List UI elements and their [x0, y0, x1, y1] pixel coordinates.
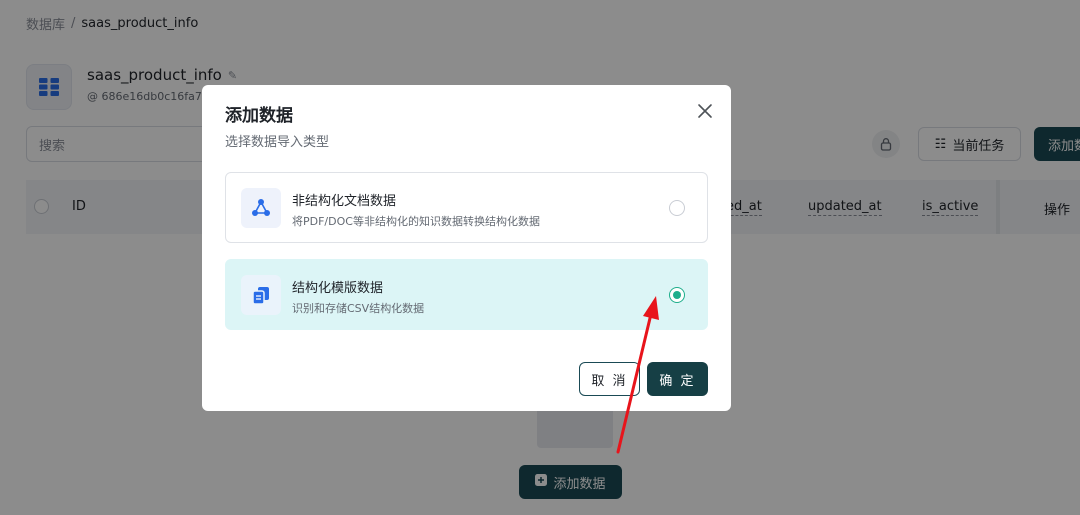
confirm-button[interactable]: 确 定 — [647, 362, 708, 396]
option-description: 识别和存储CSV结构化数据 — [292, 302, 425, 315]
dialog-title: 添加数据 — [225, 106, 293, 126]
option-label: 非结构化文档数据 — [292, 194, 397, 209]
add-data-dialog: 添加数据 选择数据导入类型 非结构化文档数据 将PDF/DOC等非结构化的知识数… — [202, 85, 731, 411]
close-icon[interactable] — [696, 102, 714, 120]
option-structured-template[interactable]: 结构化模版数据 识别和存储CSV结构化数据 — [225, 259, 708, 330]
option-radio[interactable] — [669, 200, 685, 216]
option-label: 结构化模版数据 — [292, 281, 384, 296]
dialog-subtitle: 选择数据导入类型 — [225, 135, 330, 150]
option-unstructured-document[interactable]: 非结构化文档数据 将PDF/DOC等非结构化的知识数据转换结构化数据 — [225, 172, 708, 243]
option-radio-checked[interactable] — [669, 287, 685, 303]
share-nodes-icon — [241, 188, 281, 228]
cancel-button[interactable]: 取 消 — [579, 362, 640, 396]
option-description: 将PDF/DOC等非结构化的知识数据转换结构化数据 — [292, 215, 540, 228]
copy-docs-icon — [241, 275, 281, 315]
